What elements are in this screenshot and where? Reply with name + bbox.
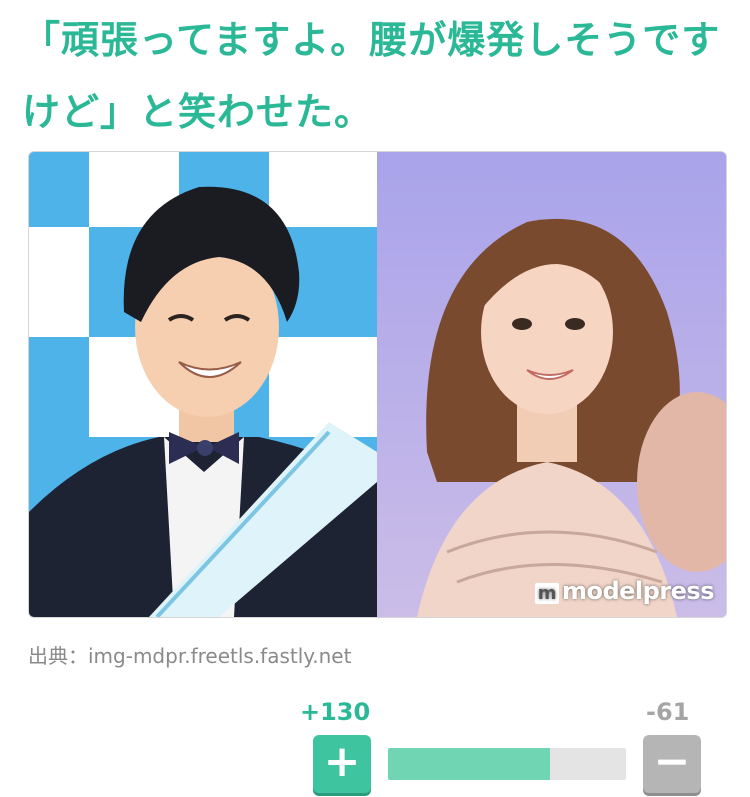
plus-vote-count: +130: [300, 698, 371, 726]
photo-woman: m modelpress: [377, 152, 726, 617]
image-source: 出典：img-mdpr.freetls.fastly.net: [28, 644, 352, 668]
minus-icon: −: [653, 736, 691, 787]
photo-man: [29, 152, 377, 617]
watermark-mark: m: [534, 583, 559, 604]
article-photo: m modelpress: [28, 151, 727, 618]
vote-ratio-fill: [388, 748, 550, 780]
watermark-text: modelpress: [561, 577, 715, 605]
woman-figure: [377, 152, 726, 617]
minus-vote-count: -61: [646, 698, 690, 726]
man-figure: [29, 186, 377, 617]
minus-vote-button[interactable]: −: [643, 735, 701, 793]
vote-ratio-bar: [388, 748, 626, 780]
plus-vote-button[interactable]: +: [313, 735, 371, 793]
modelpress-watermark: m modelpress: [534, 577, 715, 605]
comment-headline: 「頑張ってますよ。腰が爆発しそうですけど」と笑わせた。: [22, 18, 721, 134]
plus-icon: +: [323, 736, 361, 787]
